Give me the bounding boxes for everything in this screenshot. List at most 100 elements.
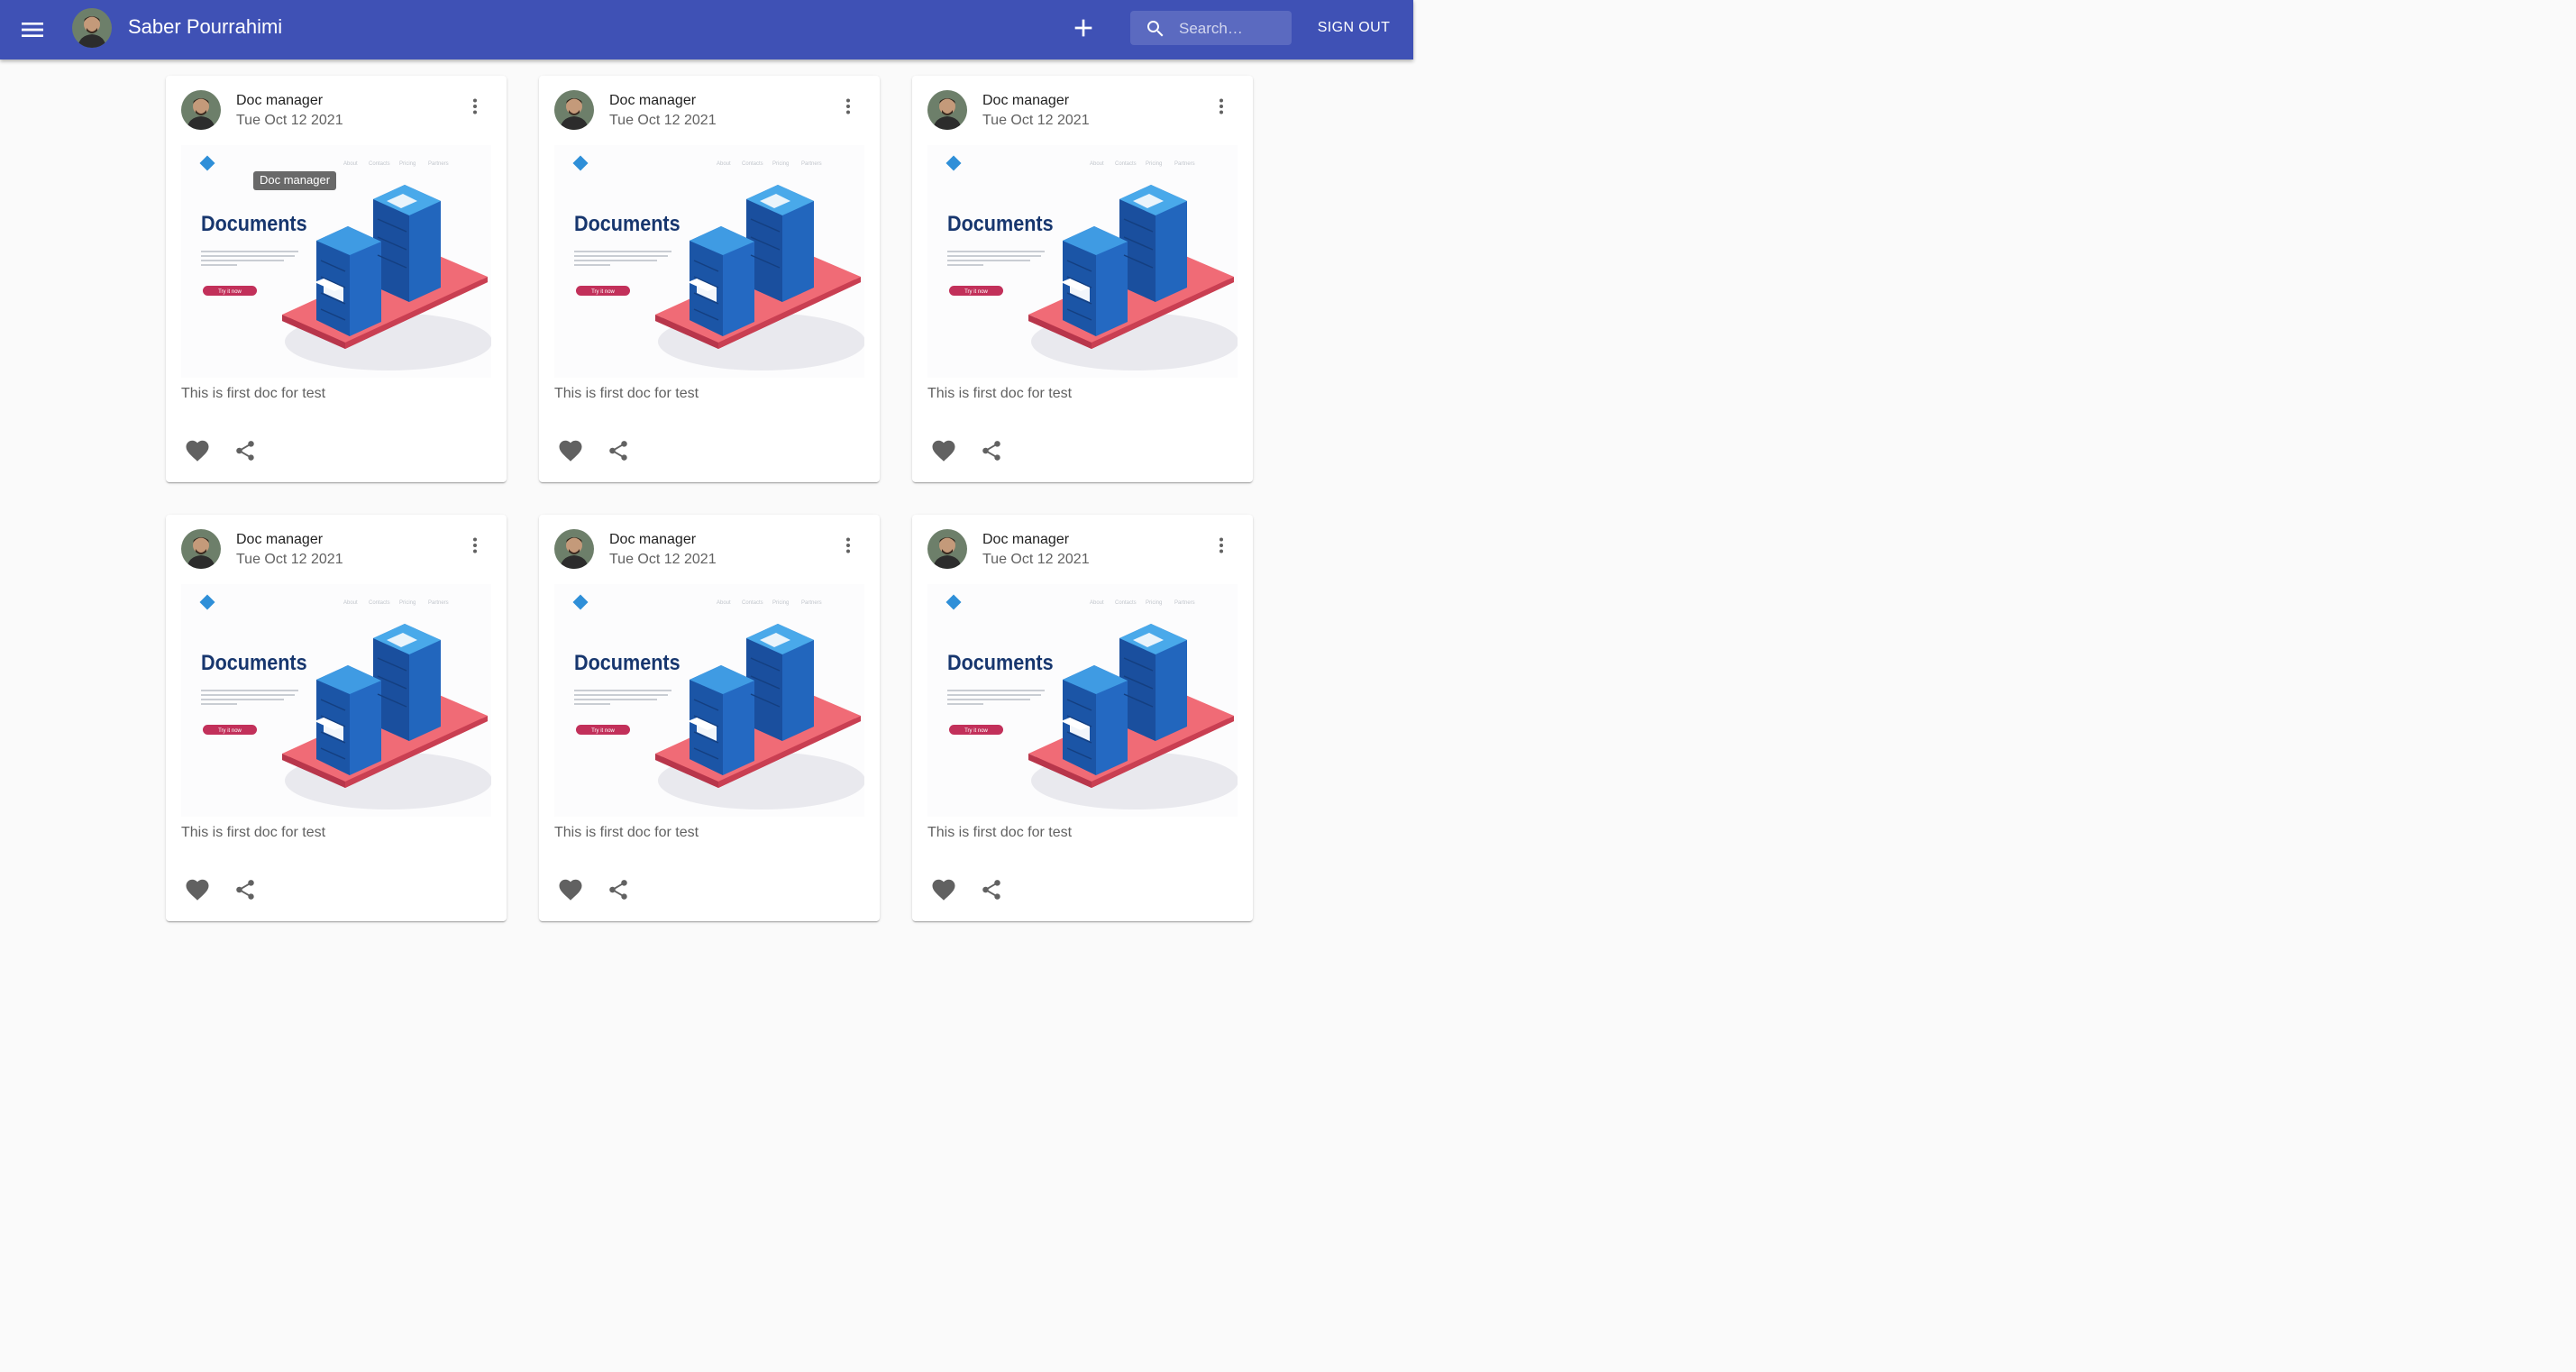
card-title: Doc manager <box>609 93 697 108</box>
author-avatar[interactable] <box>181 90 221 130</box>
svg-text:Contacts: Contacts <box>369 161 390 167</box>
svg-text:Contacts: Contacts <box>742 600 763 606</box>
more-options-button[interactable] <box>464 535 486 556</box>
card-description: This is first doc for test <box>181 825 326 840</box>
svg-text:About: About <box>343 161 358 167</box>
document-card: Doc manager Tue Oct 12 2021 About Contac… <box>912 515 1253 921</box>
share-button[interactable] <box>607 439 630 462</box>
svg-text:Pricing: Pricing <box>772 161 789 167</box>
more-options-button[interactable] <box>837 535 859 556</box>
more-vert-icon <box>846 537 850 553</box>
share-icon <box>982 880 1000 900</box>
like-button[interactable] <box>557 876 584 903</box>
document-illustration[interactable]: About Contacts Pricing Partners Document… <box>927 145 1238 378</box>
more-vert-icon <box>473 537 477 553</box>
more-options-button[interactable] <box>1210 96 1232 117</box>
svg-text:Contacts: Contacts <box>742 161 763 167</box>
card-description: This is first doc for test <box>927 825 1073 840</box>
document-illustration[interactable]: About Contacts Pricing Partners Document… <box>181 584 492 817</box>
share-button[interactable] <box>980 439 1003 462</box>
heart-icon <box>932 879 955 901</box>
svg-text:About: About <box>1090 161 1104 167</box>
menu-icon <box>22 23 43 37</box>
svg-text:Documents: Documents <box>574 650 681 674</box>
share-icon <box>609 880 627 900</box>
svg-text:Contacts: Contacts <box>369 600 390 606</box>
document-illustration[interactable]: About Contacts Pricing Partners Document… <box>554 584 865 817</box>
svg-text:Try it now: Try it now <box>218 289 242 295</box>
author-avatar[interactable] <box>927 529 967 569</box>
author-avatar[interactable] <box>554 529 594 569</box>
like-button[interactable] <box>557 437 584 464</box>
like-button[interactable] <box>930 437 957 464</box>
like-button[interactable] <box>930 876 957 903</box>
svg-text:About: About <box>343 600 358 606</box>
svg-text:Contacts: Contacts <box>1115 600 1137 606</box>
svg-text:Contacts: Contacts <box>1115 161 1137 167</box>
heart-icon <box>186 879 209 901</box>
svg-text:Partners: Partners <box>801 161 822 167</box>
like-button[interactable] <box>184 876 211 903</box>
svg-text:Pricing: Pricing <box>399 600 416 606</box>
more-vert-icon <box>1219 98 1223 114</box>
more-options-button[interactable] <box>464 96 486 117</box>
svg-text:Try it now: Try it now <box>591 289 615 295</box>
svg-text:About: About <box>1090 600 1104 606</box>
author-avatar[interactable] <box>927 90 967 130</box>
document-card: Doc manager Tue Oct 12 2021 About Contac… <box>166 515 507 921</box>
card-description: This is first doc for test <box>554 825 699 840</box>
share-button[interactable] <box>980 878 1003 901</box>
more-options-button[interactable] <box>1210 535 1232 556</box>
more-vert-icon <box>473 98 477 114</box>
more-vert-icon <box>846 98 850 114</box>
sign-out-button[interactable]: SIGN OUT <box>1309 17 1399 39</box>
document-card: Doc manager Tue Oct 12 2021 About Contac… <box>166 76 507 482</box>
tooltip: Doc manager <box>253 171 337 190</box>
svg-text:Documents: Documents <box>574 211 681 235</box>
document-illustration[interactable]: About Contacts Pricing Partners Document… <box>927 584 1238 817</box>
heart-icon <box>186 440 209 462</box>
card-title: Doc manager <box>236 532 324 547</box>
add-icon <box>1074 19 1092 37</box>
svg-text:Partners: Partners <box>1174 600 1195 606</box>
more-options-button[interactable] <box>837 96 859 117</box>
svg-text:Try it now: Try it now <box>964 289 988 295</box>
search-input[interactable] <box>1177 16 1289 41</box>
card-title: Doc manager <box>982 93 1070 108</box>
svg-text:Partners: Partners <box>428 600 449 606</box>
svg-text:Pricing: Pricing <box>1146 600 1162 606</box>
share-icon <box>982 441 1000 461</box>
svg-text:Pricing: Pricing <box>1146 161 1162 167</box>
add-button[interactable] <box>1069 14 1098 42</box>
svg-text:About: About <box>717 161 731 167</box>
author-avatar[interactable] <box>554 90 594 130</box>
author-avatar[interactable] <box>181 529 221 569</box>
share-button[interactable] <box>233 878 257 901</box>
card-title: Doc manager <box>982 532 1070 547</box>
card-date: Tue Oct 12 2021 <box>609 552 717 567</box>
card-description: This is first doc for test <box>181 386 326 401</box>
search-box <box>1130 11 1292 45</box>
document-card: Doc manager Tue Oct 12 2021 About Contac… <box>539 76 880 482</box>
svg-text:Try it now: Try it now <box>591 728 615 734</box>
heart-icon <box>559 440 582 462</box>
card-description: This is first doc for test <box>554 386 699 401</box>
svg-text:Try it now: Try it now <box>218 728 242 734</box>
search-icon <box>1147 21 1164 37</box>
svg-text:Documents: Documents <box>201 211 307 235</box>
svg-text:Documents: Documents <box>201 650 307 674</box>
svg-text:Partners: Partners <box>428 161 449 167</box>
card-title: Doc manager <box>236 93 324 108</box>
card-date: Tue Oct 12 2021 <box>609 113 717 128</box>
more-vert-icon <box>1219 537 1223 553</box>
document-illustration[interactable]: About Contacts Pricing Partners Document… <box>554 145 865 378</box>
svg-text:Documents: Documents <box>947 650 1054 674</box>
app-bar: Saber Pourrahimi SIGN OUT <box>0 0 1413 59</box>
svg-text:Pricing: Pricing <box>772 600 789 606</box>
like-button[interactable] <box>184 437 211 464</box>
menu-button[interactable] <box>18 15 47 44</box>
heart-icon <box>559 879 582 901</box>
share-button[interactable] <box>233 439 257 462</box>
share-button[interactable] <box>607 878 630 901</box>
user-avatar[interactable] <box>72 8 112 48</box>
